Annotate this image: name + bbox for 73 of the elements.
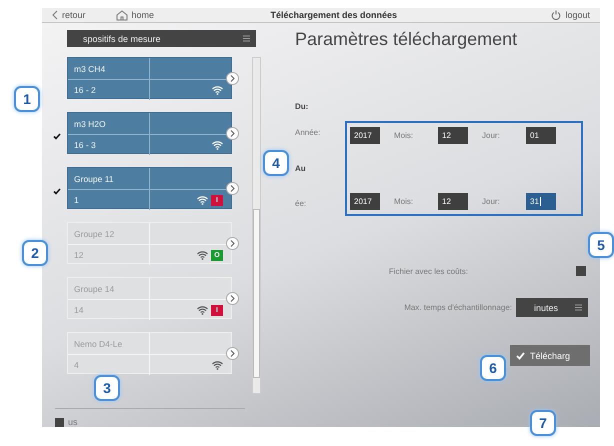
- callout-marker: 2: [22, 240, 48, 266]
- wifi-icon: [212, 140, 223, 150]
- costs-checkbox[interactable]: [576, 266, 586, 276]
- chevron-right-icon: [230, 350, 235, 356]
- date-field[interactable]: 2017: [350, 193, 380, 210]
- device-id: 1: [74, 195, 79, 205]
- date-field[interactable]: 12: [438, 193, 468, 210]
- settings-title: Paramètres téléchargement: [295, 29, 518, 50]
- callout-marker: 6: [480, 355, 506, 381]
- device-name: m3 CH4: [74, 64, 106, 74]
- page-title: Téléchargement des données: [269, 10, 398, 20]
- device-dropdown[interactable]: spositifs de mesure: [67, 30, 256, 47]
- home-icon: [116, 10, 128, 20]
- sampling-dropdown[interactable]: inutes: [516, 298, 588, 317]
- year-label: ée:: [295, 199, 308, 208]
- chevron-right-icon: [230, 240, 235, 246]
- date-field[interactable]: 31: [526, 193, 556, 210]
- to-label: Au: [295, 164, 307, 172]
- device-id: 16 - 2: [74, 85, 96, 95]
- chevron-right-icon: [230, 184, 235, 192]
- device-id: 14: [74, 305, 84, 315]
- power-icon: [551, 10, 562, 20]
- device-id: 16 - 3: [74, 140, 96, 150]
- date-field[interactable]: 12: [438, 127, 468, 144]
- scrollbar[interactable]: [252, 57, 261, 394]
- device-name: m3 H2O: [74, 118, 106, 128]
- wifi-icon: [197, 196, 208, 204]
- callout-marker: 4: [263, 150, 289, 176]
- device-name: Groupe 12: [74, 228, 114, 238]
- chevron-button[interactable]: [226, 126, 239, 140]
- date-label: Jour:: [482, 197, 501, 206]
- wifi-icon: [197, 250, 208, 260]
- logout-link[interactable]: logout: [551, 10, 590, 20]
- download-button[interactable]: Télécharg: [510, 345, 590, 366]
- menu-icon: [243, 35, 250, 42]
- device-name: Groupe 14: [74, 284, 114, 294]
- chevron-left-icon: [52, 10, 58, 20]
- date-label: Mois:: [394, 197, 414, 206]
- callout-marker: 3: [94, 375, 120, 401]
- wifi-icon: [212, 86, 223, 94]
- from-label: Du:: [295, 102, 310, 111]
- chevron-right-icon: [230, 74, 235, 82]
- date-label: Jour:: [482, 131, 501, 140]
- date-field[interactable]: 2017: [350, 127, 380, 144]
- chevron-button[interactable]: [226, 72, 239, 84]
- device-id: 12: [74, 250, 84, 260]
- chevron-button[interactable]: [226, 292, 239, 304]
- callout-marker: 5: [588, 232, 614, 258]
- back-link[interactable]: retour: [52, 10, 86, 20]
- wifi-icon: [197, 306, 208, 314]
- device-name: Nemo D4-Le: [74, 338, 122, 348]
- chevron-right-icon: [230, 294, 235, 302]
- menu-icon: [575, 304, 582, 311]
- date-label: Mois:: [394, 131, 414, 140]
- device-name: Groupe 11: [74, 174, 114, 184]
- checkmark-icon: [516, 352, 525, 360]
- chevron-button[interactable]: [226, 182, 239, 194]
- chevron-button[interactable]: [226, 236, 239, 250]
- costs-label: Fichier avec les coûts:: [388, 266, 468, 276]
- wifi-icon: [212, 360, 223, 370]
- chevron-right-icon: [230, 130, 235, 136]
- date-field[interactable]: 01: [526, 127, 556, 144]
- device-card[interactable]: m3 CH4 16 - 2: [67, 57, 232, 99]
- device-card[interactable]: m3 H2O 16 - 3: [67, 112, 232, 154]
- home-link[interactable]: home: [116, 10, 154, 20]
- year-label: Année:: [295, 128, 322, 137]
- device-id: 4: [74, 360, 79, 370]
- sampling-label: Max. temps d'échantillonnage:: [404, 303, 512, 312]
- checkbox[interactable]: [55, 418, 64, 426]
- chevron-button[interactable]: [226, 346, 239, 360]
- select-all-label: us: [68, 417, 78, 427]
- callout-marker: 7: [530, 410, 556, 436]
- callout-marker: 1: [14, 86, 40, 112]
